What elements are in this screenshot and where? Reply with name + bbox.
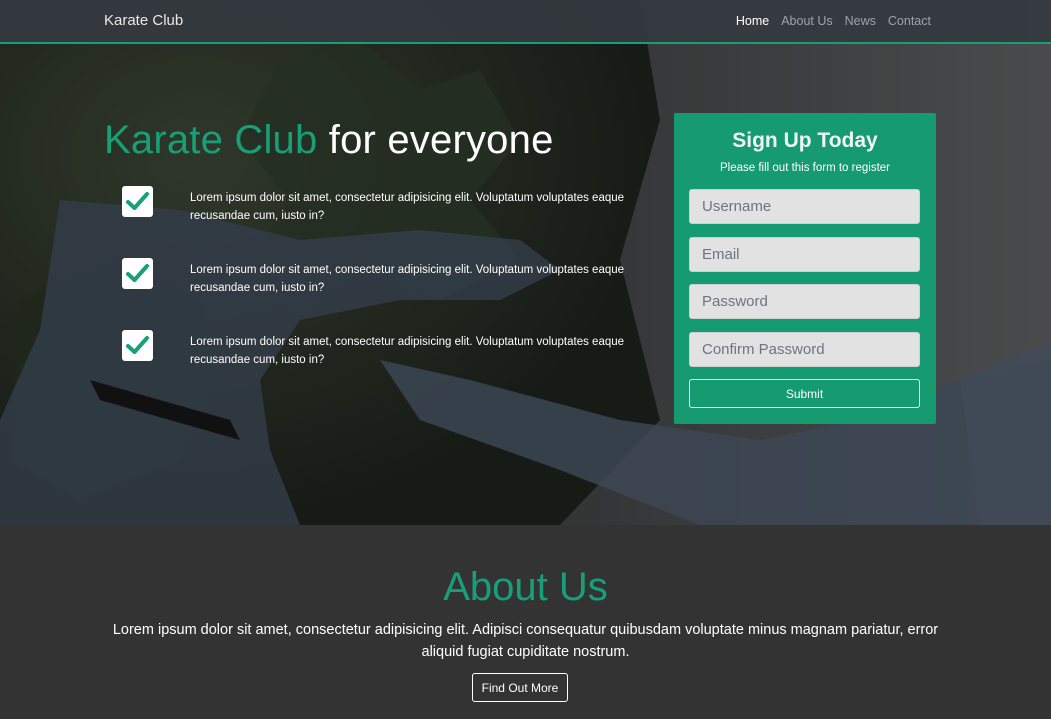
password-input[interactable] [689,284,920,319]
about-title: About Us [443,565,608,609]
feature-text: Lorem ipsum dolor sit amet, consectetur … [190,336,625,366]
hero-title: Karate Club for everyone [104,118,554,163]
feature-item: Lorem ipsum dolor sit amet, consectetur … [122,186,624,258]
navbar: Karate Club Home About Us News Contact [0,0,1051,44]
hero-section: Karate Club for everyone Lorem ipsum dol… [0,0,1051,525]
email-input[interactable] [689,237,920,272]
nav-link-home[interactable]: Home [736,14,769,28]
username-input[interactable] [689,189,920,224]
about-section: About Us Lorem ipsum dolor sit amet, con… [0,525,1051,719]
submit-button[interactable]: Submit [689,379,920,408]
check-icon [122,258,153,289]
confirm-password-input[interactable] [689,332,920,367]
check-icon [122,330,153,361]
feature-text: Lorem ipsum dolor sit amet, consectetur … [190,264,625,294]
find-out-more-button[interactable]: Find Out More [472,673,568,702]
feature-item: Lorem ipsum dolor sit amet, consectetur … [122,330,624,402]
signup-subtitle: Please fill out this form to register [719,162,890,174]
signup-card: Sign Up Today Please fill out this form … [674,113,936,424]
feature-item: Lorem ipsum dolor sit amet, consectetur … [122,258,624,330]
nav-links: Home About Us News Contact [736,14,931,28]
nav-link-news[interactable]: News [845,14,876,28]
brand-link[interactable]: Karate Club [104,12,183,29]
signup-title: Sign Up Today [732,129,878,152]
nav-link-about[interactable]: About Us [781,14,832,28]
check-icon [122,186,153,217]
feature-list: Lorem ipsum dolor sit amet, consectetur … [122,186,624,402]
hero-title-rest: for everyone [328,118,554,162]
hero-title-accent: Karate Club [104,118,318,162]
nav-link-contact[interactable]: Contact [888,14,931,28]
feature-text: Lorem ipsum dolor sit amet, consectetur … [190,192,625,222]
about-text: Lorem ipsum dolor sit amet, consectetur … [112,622,939,660]
